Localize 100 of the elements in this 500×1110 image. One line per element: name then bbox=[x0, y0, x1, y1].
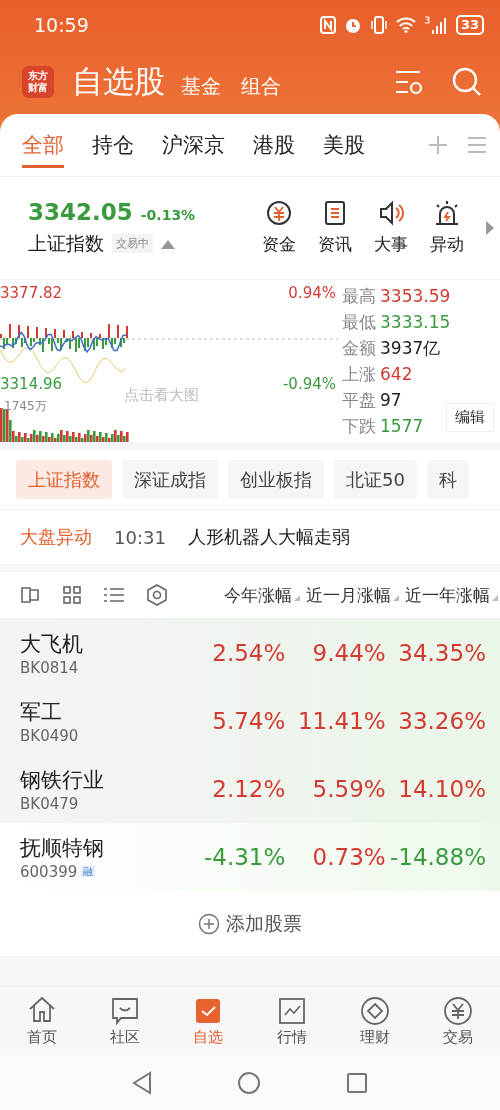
low-percent: -0.94% bbox=[282, 374, 336, 393]
speaker-icon bbox=[377, 199, 405, 228]
recents-icon[interactable] bbox=[346, 1071, 368, 1094]
change-value: -14.88% bbox=[389, 844, 486, 871]
stat-label: 金额 bbox=[342, 337, 376, 358]
low-price: 3314.96 bbox=[0, 374, 63, 393]
sort-icon[interactable] bbox=[393, 594, 399, 601]
grid-icon[interactable] bbox=[62, 585, 82, 606]
stock-name[interactable]: 大飞机 bbox=[20, 629, 185, 658]
back-icon[interactable] bbox=[132, 1070, 152, 1095]
yuan-circle-icon bbox=[443, 995, 474, 1026]
search-icon[interactable] bbox=[452, 67, 482, 97]
alert-label: 大盘异动 bbox=[20, 525, 92, 550]
change-value: 2.12% bbox=[211, 776, 286, 803]
alarm-icon bbox=[343, 16, 362, 34]
shortcut-button[interactable]: 异动 bbox=[430, 199, 464, 257]
change-value: 9.44% bbox=[311, 640, 386, 667]
stock-code: BK0814 bbox=[20, 658, 79, 677]
change-value: 11.41% bbox=[296, 708, 386, 735]
alert-text[interactable]: 人形机器人大幅走弱 bbox=[187, 525, 350, 550]
index-chip[interactable]: 创业板指 bbox=[228, 459, 324, 499]
edit-button[interactable]: 编辑 bbox=[446, 402, 494, 432]
change-value: 33.26% bbox=[397, 708, 486, 735]
menu-icon[interactable] bbox=[468, 137, 486, 153]
column-header[interactable]: 近一月涨幅 bbox=[306, 583, 399, 607]
stat-value: 3333.15 bbox=[380, 311, 451, 332]
shortcut-button[interactable]: 大事 bbox=[374, 199, 408, 257]
volume-label: 1745万 bbox=[4, 397, 47, 415]
app-logo: 东方 财富 bbox=[22, 66, 54, 98]
page-title: 自选股 bbox=[72, 62, 165, 101]
diamond-circle-icon bbox=[359, 995, 390, 1026]
nav-tab[interactable]: 行情 bbox=[256, 994, 327, 1048]
tab[interactable]: 沪深京 bbox=[162, 122, 225, 168]
stat-label: 下跌 bbox=[342, 415, 376, 436]
yuan-circle-icon bbox=[265, 199, 293, 228]
high-percent: 0.94% bbox=[288, 283, 336, 302]
change-value: 5.59% bbox=[311, 776, 386, 803]
stock-code: BK0479 bbox=[20, 794, 79, 813]
tab[interactable]: 美股 bbox=[323, 122, 365, 168]
stock-code: BK0490 bbox=[20, 726, 79, 745]
change-value: 34.35% bbox=[397, 640, 486, 667]
battery-level: 33 bbox=[455, 15, 484, 35]
index-value: 3342.05 bbox=[28, 198, 133, 225]
tab[interactable]: 持仓 bbox=[92, 122, 134, 168]
siren-icon bbox=[433, 199, 461, 228]
home-button-icon[interactable] bbox=[237, 1070, 261, 1095]
list-icon[interactable] bbox=[104, 586, 124, 605]
stat-label: 上涨 bbox=[342, 363, 376, 384]
stock-name[interactable]: 军工 bbox=[20, 697, 185, 726]
index-change: -0.13% bbox=[140, 206, 196, 223]
plus-circle-icon bbox=[198, 912, 220, 935]
trading-status: 交易中 bbox=[112, 234, 153, 254]
change-value: 5.74% bbox=[211, 708, 286, 735]
line-chart-icon bbox=[276, 995, 307, 1026]
shortcut-button[interactable]: 资金 bbox=[262, 199, 296, 257]
stat-label: 平盘 bbox=[342, 389, 376, 410]
alert-time: 10:31 bbox=[114, 526, 166, 548]
column-header[interactable]: 今年涨幅 bbox=[224, 583, 300, 607]
status-time: 10:59 bbox=[34, 14, 90, 36]
nav-tab[interactable]: 首页 bbox=[6, 994, 77, 1048]
sort-icon[interactable] bbox=[492, 594, 498, 601]
stat-label: 最低 bbox=[342, 311, 376, 332]
layout-icon[interactable] bbox=[20, 585, 40, 606]
more-icon[interactable] bbox=[486, 220, 494, 235]
high-price: 3377.82 bbox=[0, 283, 63, 302]
nfc-icon bbox=[319, 16, 336, 34]
vibrate-icon bbox=[369, 16, 388, 34]
nav-tab[interactable]: 社区 bbox=[90, 994, 160, 1048]
collapse-icon[interactable] bbox=[161, 238, 175, 249]
change-value: 2.54% bbox=[211, 640, 286, 667]
index-chip[interactable]: 北证50 bbox=[334, 459, 417, 499]
chat-bubble-icon bbox=[110, 995, 140, 1026]
shortcut-button[interactable]: 资讯 bbox=[318, 199, 352, 257]
stat-value: 1577 bbox=[380, 415, 424, 436]
change-value: 14.10% bbox=[397, 776, 486, 803]
stat-value: 3353.59 bbox=[380, 285, 451, 306]
index-chip[interactable]: 深证成指 bbox=[122, 459, 218, 499]
wifi-icon bbox=[395, 17, 416, 33]
settings-icon[interactable] bbox=[394, 69, 424, 95]
sort-icon[interactable] bbox=[294, 594, 300, 601]
index-chip[interactable]: 科 bbox=[426, 459, 469, 499]
stat-label: 最高 bbox=[342, 285, 376, 306]
stock-code: 600399 bbox=[20, 862, 78, 881]
add-stock-button[interactable]: 添加股票 bbox=[192, 909, 308, 938]
stat-value: 3937亿 bbox=[380, 337, 441, 358]
tab[interactable]: 港股 bbox=[253, 122, 295, 168]
stock-name[interactable]: 钢铁行业 bbox=[20, 765, 185, 794]
nav-tab[interactable]: 理财 bbox=[339, 994, 410, 1048]
column-header[interactable]: 近一年涨幅 bbox=[405, 583, 498, 607]
plus-icon[interactable] bbox=[428, 135, 448, 155]
index-name: 上证指数 bbox=[28, 230, 104, 256]
settings-icon[interactable] bbox=[146, 584, 168, 607]
stat-value: 642 bbox=[380, 363, 413, 384]
signal-icon bbox=[423, 16, 448, 34]
change-value: 0.73% bbox=[311, 844, 386, 871]
margin-tag: 融 bbox=[81, 866, 96, 878]
stat-value: 97 bbox=[380, 389, 402, 410]
nav-tab[interactable]: 交易 bbox=[423, 994, 494, 1048]
stock-name[interactable]: 抚顺特钢 bbox=[20, 833, 185, 862]
tab[interactable]: 全部 bbox=[22, 122, 64, 168]
